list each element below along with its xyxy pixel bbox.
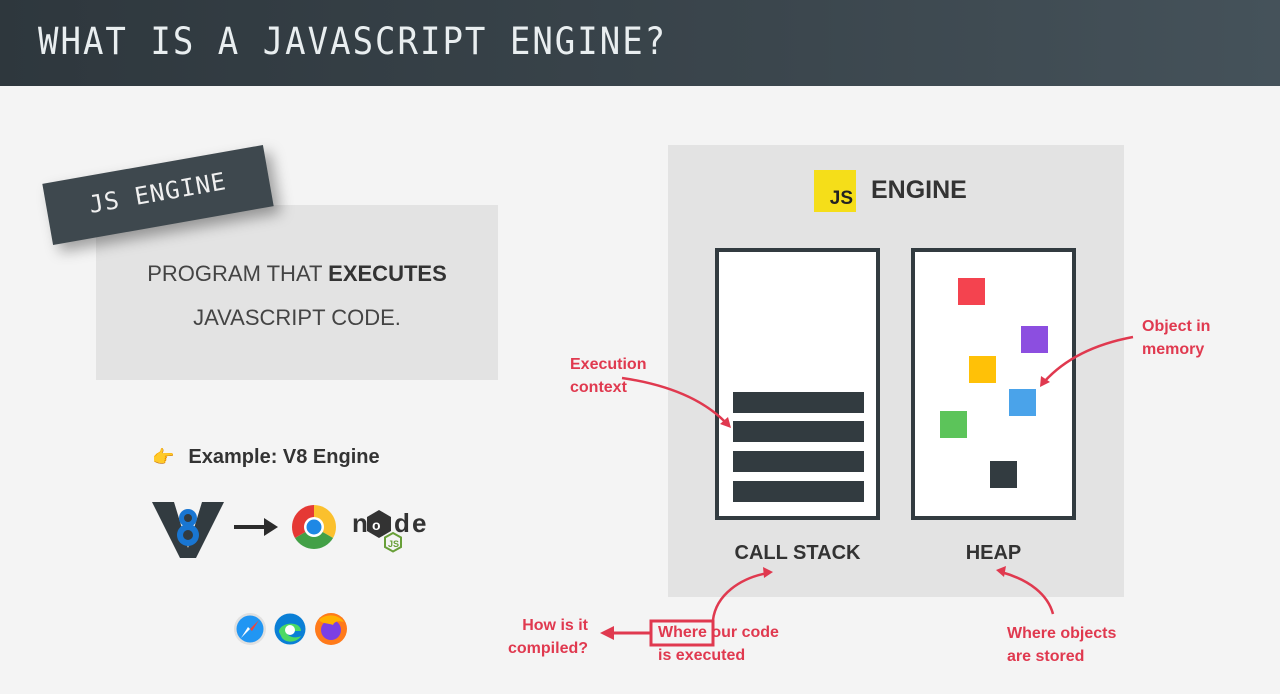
arrowhead [600,626,614,640]
annotation-arrows [600,335,1134,647]
arrow-execution-context [621,376,729,426]
arrowhead [763,567,773,578]
arrow-object-in-memory [1043,335,1134,383]
arrow-call-stack [711,571,769,621]
where-highlight-box [649,619,715,647]
arrowhead [996,566,1006,577]
arrow-heap [1000,570,1055,615]
